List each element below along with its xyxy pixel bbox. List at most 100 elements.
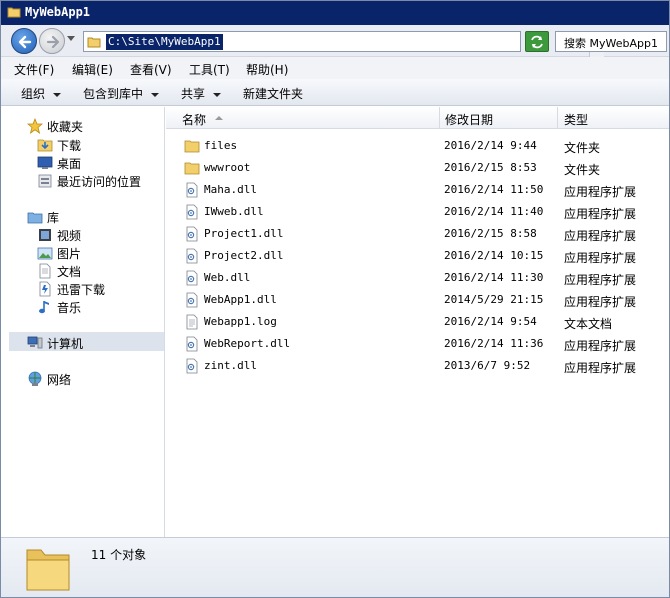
include-library-button[interactable]: 包含到库中	[83, 85, 160, 102]
nav-downloads-label: 下载	[57, 139, 82, 153]
desktop-icon	[37, 156, 53, 169]
file-name: Web.dll	[204, 271, 251, 284]
arrow-left-icon	[18, 35, 32, 49]
file-row[interactable]: IWweb.dll 2016/2/14 11:40 应用程序扩展	[166, 201, 669, 223]
file-type: 文件夹	[564, 163, 601, 177]
file-row[interactable]: Webapp1.log 2016/2/14 9:54 文本文档	[166, 311, 669, 333]
menu-file[interactable]: 文件(F)	[14, 61, 54, 78]
file-name: Project2.dll	[204, 249, 284, 262]
file-date: 2016/2/14 9:44	[444, 139, 537, 152]
dll-icon	[186, 292, 198, 308]
refresh-button[interactable]	[525, 31, 549, 52]
file-name: IWweb.dll	[204, 205, 264, 218]
address-row: C:\Site\MyWebApp1 搜索 MyWebApp1	[1, 25, 669, 58]
menu-help[interactable]: 帮助(H)	[246, 61, 288, 78]
dll-icon	[186, 182, 198, 198]
new-folder-button[interactable]: 新建文件夹	[243, 85, 303, 102]
file-date: 2016/2/15 8:53	[444, 161, 537, 174]
refresh-icon	[531, 35, 543, 49]
file-row[interactable]: Project2.dll 2016/2/14 10:15 应用程序扩展	[166, 245, 669, 267]
file-type: 文本文档	[564, 317, 613, 331]
file-type: 应用程序扩展	[564, 273, 637, 287]
file-type: 应用程序扩展	[564, 251, 637, 265]
details-pane: 11 个对象	[1, 537, 669, 597]
file-row[interactable]: WebReport.dll 2016/2/14 11:36 应用程序扩展	[166, 333, 669, 355]
share-label: 共享	[181, 87, 206, 101]
chevron-down-icon[interactable]	[67, 36, 75, 42]
address-bar[interactable]: C:\Site\MyWebApp1	[83, 31, 604, 58]
thunder-download-icon	[39, 281, 51, 297]
download-folder-icon	[37, 139, 53, 152]
column-header-name[interactable]: 名称	[166, 107, 440, 129]
recent-places-icon	[38, 174, 52, 188]
video-icon	[39, 229, 51, 241]
file-type: 文件夹	[564, 141, 601, 155]
column-name-label: 名称	[182, 113, 207, 127]
folder-icon	[184, 162, 200, 175]
address-path[interactable]: C:\Site\MyWebApp1	[106, 34, 223, 50]
nav-documents-label: 文档	[57, 265, 82, 279]
nav-pictures-label: 图片	[57, 247, 82, 261]
nav-library-label: 库	[47, 211, 60, 225]
nav-desktop-label: 桌面	[57, 157, 82, 171]
sort-up-icon	[215, 116, 223, 120]
file-name: zint.dll	[204, 359, 257, 372]
file-row[interactable]: zint.dll 2013/6/7 9:52 应用程序扩展	[166, 355, 669, 377]
text-file-icon	[186, 314, 198, 330]
menu-edit[interactable]: 编辑(E)	[72, 61, 113, 78]
star-icon	[27, 118, 43, 134]
file-name: files	[204, 139, 238, 152]
library-icon	[27, 212, 43, 224]
file-type: 应用程序扩展	[564, 229, 637, 243]
share-button[interactable]: 共享	[181, 85, 222, 102]
folder-icon	[87, 37, 101, 48]
network-icon	[28, 371, 42, 386]
dll-icon	[186, 270, 198, 286]
column-date-label: 修改日期	[445, 113, 494, 127]
explorer-window: MyWebApp1 C:\Site\MyWebApp1 搜索 MyWebApp1…	[0, 0, 670, 598]
file-row[interactable]: files 2016/2/14 9:44 文件夹	[166, 135, 669, 157]
organize-button[interactable]: 组织	[21, 85, 62, 102]
picture-icon	[37, 247, 53, 260]
file-date: 2016/2/14 11:50	[444, 183, 544, 196]
file-row[interactable]: Maha.dll 2016/2/14 11:50 应用程序扩展	[166, 179, 669, 201]
column-header-row: 名称 修改日期 类型	[166, 107, 669, 129]
menu-tools[interactable]: 工具(T)	[189, 61, 230, 78]
file-name: Webapp1.log	[204, 315, 277, 328]
file-row[interactable]: WebApp1.dll 2014/5/29 21:15 应用程序扩展	[166, 289, 669, 311]
menu-view[interactable]: 查看(V)	[130, 61, 172, 78]
file-date: 2014/5/29 21:15	[444, 293, 544, 306]
file-name: WebApp1.dll	[204, 293, 277, 306]
file-row[interactable]: wwwroot 2016/2/15 8:53 文件夹	[166, 157, 669, 179]
back-button[interactable]	[11, 28, 37, 54]
file-type: 应用程序扩展	[564, 361, 637, 375]
file-date: 2016/2/15 8:58	[444, 227, 537, 240]
file-type: 应用程序扩展	[564, 339, 637, 353]
document-icon	[39, 263, 51, 279]
file-type: 应用程序扩展	[564, 295, 637, 309]
file-type: 应用程序扩展	[564, 185, 637, 199]
column-type-label: 类型	[564, 113, 589, 127]
navigation-pane: 收藏夹 下载 桌面 最近访问的位置 库 视频 图片 文档 迅雷下载 音乐 计算机…	[1, 107, 165, 537]
file-name: WebReport.dll	[204, 337, 291, 350]
file-row[interactable]: Web.dll 2016/2/14 11:30 应用程序扩展	[166, 267, 669, 289]
dll-icon	[186, 358, 198, 374]
computer-icon	[27, 336, 43, 349]
title-bar[interactable]: MyWebApp1	[1, 1, 669, 25]
column-header-date[interactable]: 修改日期	[440, 107, 558, 129]
nav-thunder-download-label: 迅雷下载	[57, 283, 106, 297]
organize-label: 组织	[21, 87, 46, 101]
dll-icon	[186, 248, 198, 264]
command-bar: 组织 包含到库中 共享 新建文件夹	[1, 79, 669, 106]
forward-button[interactable]	[39, 28, 65, 54]
file-row[interactable]: Project1.dll 2016/2/15 8:58 应用程序扩展	[166, 223, 669, 245]
nav-videos-label: 视频	[57, 229, 82, 243]
nav-computer-label: 计算机	[47, 337, 84, 351]
nav-network-label: 网络	[47, 373, 72, 387]
file-name: wwwroot	[204, 161, 251, 174]
file-date: 2016/2/14 9:54	[444, 315, 537, 328]
column-header-type[interactable]: 类型	[558, 107, 669, 129]
chevron-down-icon	[53, 92, 62, 97]
search-input[interactable]: 搜索 MyWebApp1	[555, 31, 667, 52]
dll-icon	[186, 204, 198, 220]
